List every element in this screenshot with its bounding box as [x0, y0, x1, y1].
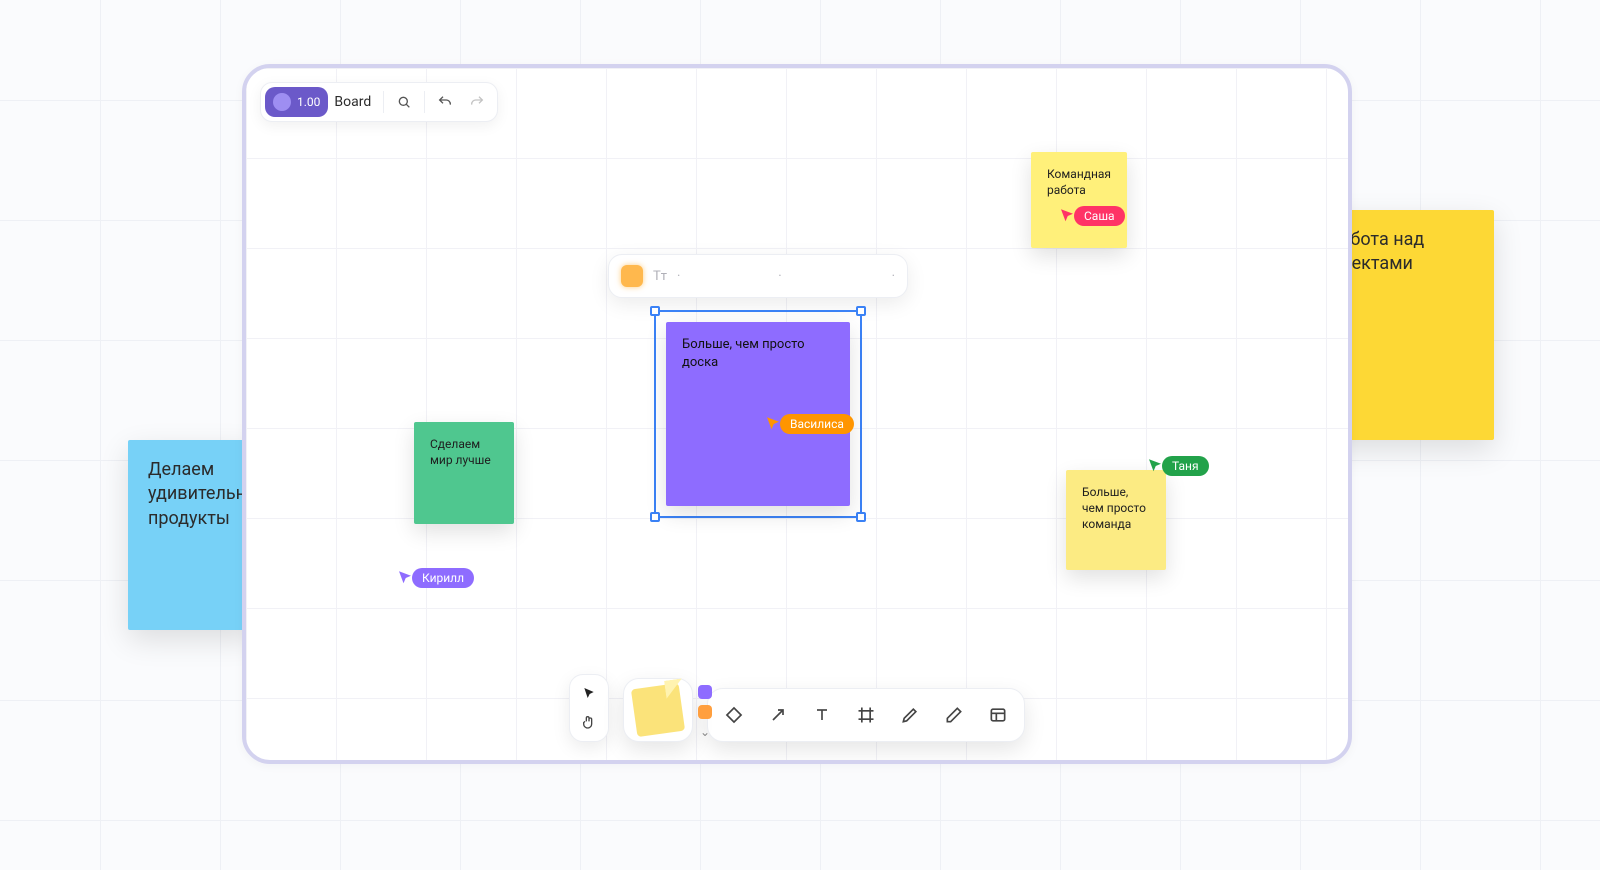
sticky-icon [631, 683, 685, 737]
shape-tool-icon[interactable] [714, 695, 754, 735]
sticky-note-yellow-top[interactable]: Командная работа [1031, 152, 1127, 248]
pen-tool-icon[interactable] [890, 695, 930, 735]
color-purple-icon[interactable] [698, 685, 712, 699]
create-sticky-button[interactable]: ⌄ [623, 678, 693, 742]
cursor-label: Василиса [780, 414, 854, 434]
resize-handle[interactable] [856, 306, 866, 316]
frame-tool-icon[interactable] [846, 695, 886, 735]
templates-tool-icon[interactable] [978, 695, 1018, 735]
resize-handle[interactable] [856, 512, 866, 522]
arrow-tool-icon[interactable] [758, 695, 798, 735]
board-topbar: 1.00 Board [260, 82, 498, 122]
collaborator-cursor-vasilisa: Василиса [764, 414, 854, 434]
select-tool-icon[interactable] [578, 683, 600, 705]
board-title[interactable]: Board [332, 94, 377, 110]
sticky-note-green[interactable]: Сделаем мир лучше [414, 422, 514, 524]
whiteboard-canvas[interactable]: 1.00 Board Tт · · · Больше, чем просто д… [242, 64, 1352, 764]
cursor-label: Саша [1074, 206, 1125, 226]
undo-icon[interactable] [431, 88, 459, 116]
text-tool-icon[interactable] [802, 695, 842, 735]
context-option[interactable]: · [892, 269, 895, 284]
sticky-note-yellow-bottom[interactable]: Больше, чем просто команда [1066, 470, 1166, 570]
resize-handle[interactable] [650, 512, 660, 522]
sticky-color-picker: ⌄ [698, 685, 712, 739]
toolbar-separator [424, 91, 425, 113]
collaborator-cursor-kirill: Кирилл [396, 568, 474, 588]
toolbar-separator [383, 91, 384, 113]
collaborator-cursor-sasha: Саша [1058, 206, 1125, 226]
context-option[interactable]: · [677, 269, 680, 284]
cursor-label: Кирилл [412, 568, 474, 588]
redo-icon[interactable] [463, 88, 491, 116]
user-avatar-icon [273, 93, 291, 111]
external-sticky-blue[interactable]: Делаем удивительные продукты [128, 440, 258, 630]
zoom-indicator[interactable]: 1.00 [265, 87, 328, 117]
color-swatch-icon[interactable] [621, 265, 643, 287]
resize-handle[interactable] [650, 306, 660, 316]
collaborator-cursor-tanya: Таня [1146, 456, 1209, 476]
color-orange-icon[interactable] [698, 705, 712, 719]
chevron-down-icon[interactable]: ⌄ [700, 725, 710, 739]
tools-row [707, 688, 1025, 742]
typography-button[interactable]: Tт [653, 269, 667, 284]
mode-switch [569, 674, 609, 742]
note-context-toolbar[interactable]: Tт · · · [608, 254, 908, 298]
main-toolbox: ⌄ [569, 674, 1025, 742]
context-option[interactable]: · [778, 269, 781, 284]
hand-tool-icon[interactable] [578, 711, 600, 733]
zoom-value: 1.00 [297, 95, 320, 109]
cursor-label: Таня [1162, 456, 1209, 476]
search-icon[interactable] [390, 88, 418, 116]
eraser-tool-icon[interactable] [934, 695, 974, 735]
